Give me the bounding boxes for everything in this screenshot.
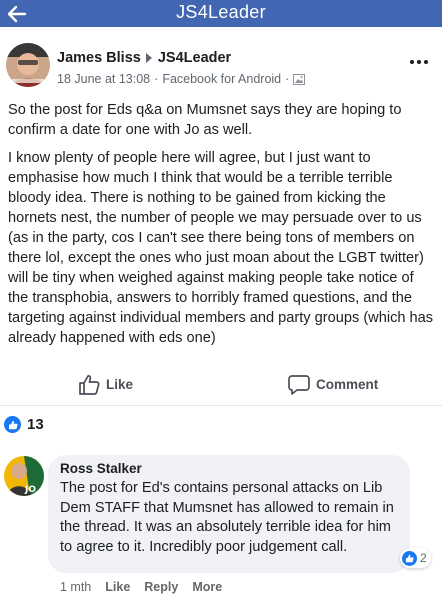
photo-audience-icon	[293, 73, 306, 85]
post-date[interactable]: 18 June at 13:08	[57, 72, 150, 86]
like-label: Like	[106, 377, 134, 392]
caret-right-icon	[145, 52, 152, 63]
comment-label: Comment	[316, 377, 379, 392]
reaction-count: 13	[27, 416, 44, 433]
reaction-summary[interactable]: 13	[4, 416, 44, 433]
top-bar: JS4Leader	[0, 0, 442, 27]
more-options-button[interactable]	[410, 60, 428, 64]
svg-text:JO: JO	[24, 485, 36, 495]
comment-reaction-count: 2	[420, 551, 427, 565]
page-title: JS4Leader	[176, 2, 266, 22]
divider	[0, 405, 442, 406]
post-header: James Bliss JS4Leader 18 June at 13:08 · …	[0, 27, 442, 97]
comment-bubble-icon	[288, 375, 310, 395]
post-author-name[interactable]: James Bliss	[57, 50, 141, 66]
meta-separator: ·	[285, 72, 290, 86]
like-button[interactable]: Like	[78, 374, 133, 395]
post-paragraph: So the post for Eds q&a on Mumsnet says …	[8, 102, 402, 138]
comment-author[interactable]: Ross Stalker	[60, 461, 142, 476]
comment-button[interactable]: Comment	[288, 374, 378, 395]
post-meta: 18 June at 13:08 · Facebook for Android …	[57, 72, 306, 86]
comment-text: The post for Ed's contains personal atta…	[60, 480, 394, 555]
more-dot-icon	[417, 60, 421, 64]
more-dot-icon	[424, 60, 428, 64]
comment-more-button[interactable]: More	[192, 580, 222, 594]
comment-reactions[interactable]: 2	[400, 548, 431, 568]
meta-separator: ·	[154, 72, 159, 86]
author-avatar[interactable]	[6, 43, 50, 87]
post-group-name[interactable]: JS4Leader	[158, 50, 231, 66]
post-author-line: James Bliss JS4Leader	[57, 50, 231, 66]
post-actions: Like Comment	[0, 374, 442, 402]
post-source: Facebook for Android	[162, 72, 282, 86]
post-paragraph: I know plenty of people here will agree,…	[8, 150, 434, 346]
comment-footer: 1 mth Like Reply More	[60, 580, 222, 594]
more-dot-icon	[410, 60, 414, 64]
thumbs-up-icon	[79, 375, 100, 395]
comment-bubble[interactable]: Ross Stalker The post for Ed's contains …	[48, 455, 410, 573]
comment-time[interactable]: 1 mth	[60, 580, 91, 594]
like-reaction-icon	[402, 550, 417, 566]
post-body: So the post for Eds q&a on Mumsnet says …	[8, 100, 436, 356]
comment-like-button[interactable]: Like	[105, 580, 130, 594]
like-reaction-icon	[4, 416, 21, 433]
commenter-avatar[interactable]: JO	[4, 456, 44, 496]
comment-reply-button[interactable]: Reply	[144, 580, 178, 594]
